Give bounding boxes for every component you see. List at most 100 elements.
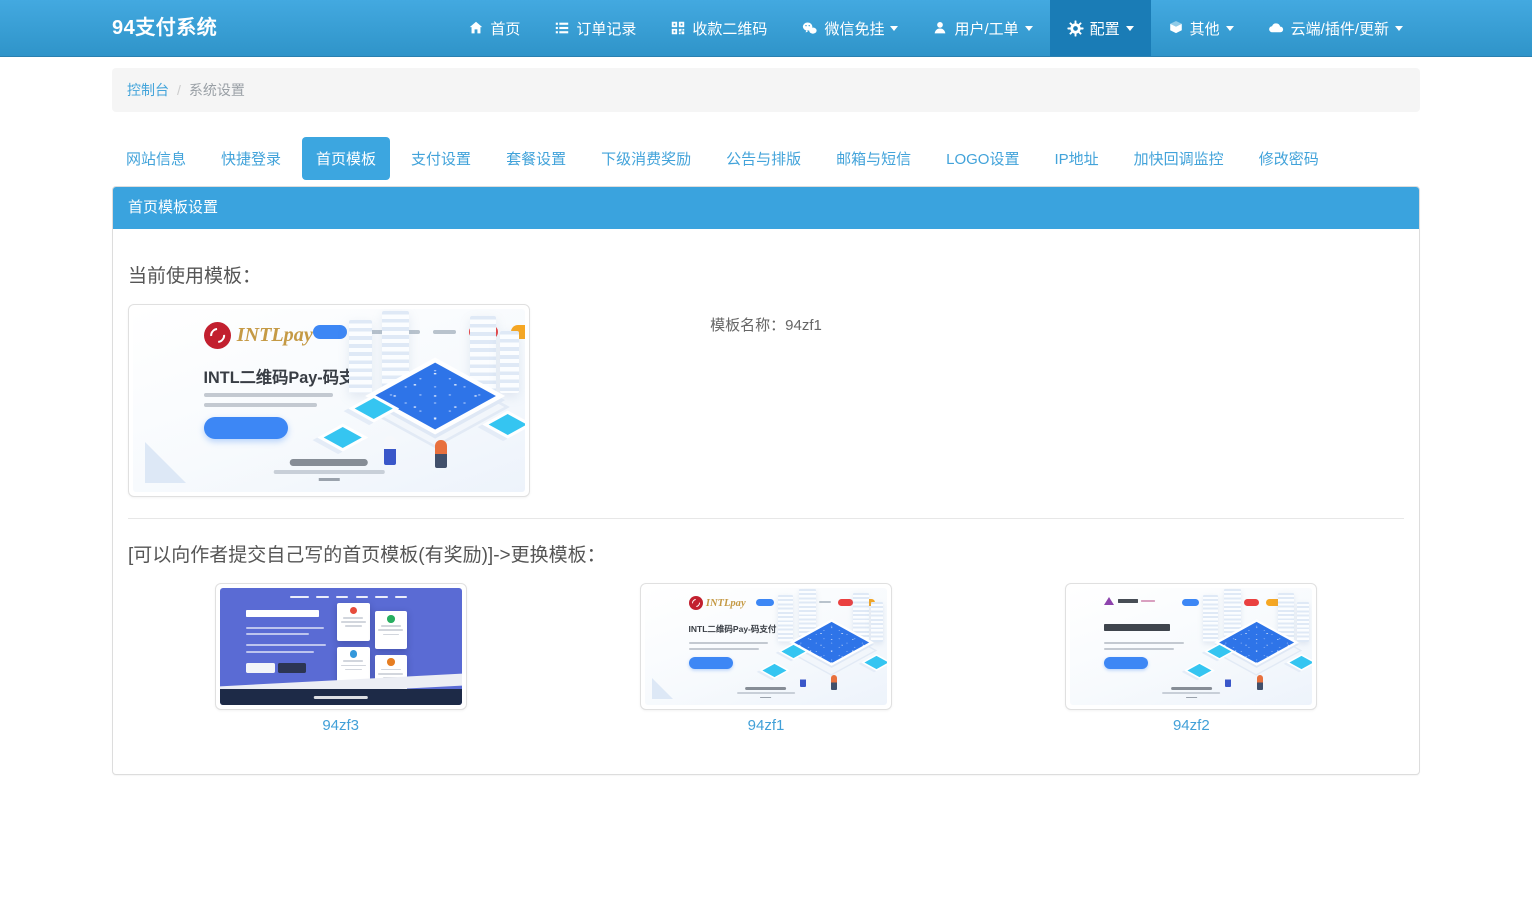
current-template-heading: 当前使用模板： bbox=[128, 261, 1404, 288]
mock-footer-line bbox=[746, 687, 787, 690]
template-thumb-94zf1[interactable]: INTLpay INTL二维码Pay-码支付 bbox=[640, 583, 892, 710]
mock-person bbox=[800, 673, 806, 688]
mock-footer-line bbox=[1171, 687, 1212, 690]
mock-heading: INTL二维码Pay-码支付 bbox=[689, 623, 777, 635]
caret-down-icon bbox=[890, 26, 898, 31]
template-link-94zf3[interactable]: 94zf3 bbox=[322, 717, 359, 734]
tab-ip-address[interactable]: IP地址 bbox=[1040, 137, 1112, 180]
tab-referral-reward[interactable]: 下级消费奖励 bbox=[587, 137, 705, 180]
mock-footer-line bbox=[737, 692, 795, 694]
mock-footer-line bbox=[274, 470, 385, 473]
mock-corner-decoration bbox=[652, 678, 673, 699]
template-choices-row: 94zf3 INTLpay INTL二维码Pay bbox=[128, 583, 1404, 734]
template-thumb-image bbox=[220, 588, 462, 705]
mock-footer-line bbox=[313, 696, 367, 699]
mock-feature-card bbox=[337, 603, 370, 640]
template-thumb-image bbox=[1070, 588, 1312, 705]
wechat-icon bbox=[801, 20, 818, 37]
template-name-col: 模板名称：94zf1 bbox=[553, 304, 978, 335]
mock-dot bbox=[387, 658, 394, 665]
nav-item-label: 云端/插件/更新 bbox=[1291, 18, 1389, 39]
tab-logo-settings[interactable]: LOGO设置 bbox=[932, 137, 1033, 180]
breadcrumb-home-link[interactable]: 控制台 bbox=[127, 82, 169, 98]
mock-footer bbox=[737, 687, 795, 698]
nav-item-label: 收款二维码 bbox=[692, 18, 767, 39]
template-thumb-94zf2[interactable] bbox=[1065, 583, 1317, 710]
mock-text-line bbox=[345, 669, 361, 671]
template-link-94zf2[interactable]: 94zf2 bbox=[1173, 717, 1210, 734]
tab-change-password[interactable]: 修改密码 bbox=[1245, 137, 1333, 180]
current-template-row: INTLpay INTL二维码Pay-码支付 bbox=[128, 304, 1404, 497]
intl-logo-icon bbox=[689, 596, 703, 610]
mock-tower bbox=[778, 595, 793, 642]
nav-item-users-tickets[interactable]: 用户/工单 bbox=[915, 0, 1049, 56]
mock-link bbox=[356, 596, 368, 598]
qrcode-icon bbox=[670, 20, 686, 36]
mock-link bbox=[316, 596, 328, 598]
mock-cta-button bbox=[1104, 657, 1148, 669]
intl-logo-text: INTLpay bbox=[237, 324, 313, 347]
breadcrumb-separator: / bbox=[177, 82, 181, 98]
tab-email-sms[interactable]: 邮箱与短信 bbox=[822, 137, 925, 180]
nav-item-label: 微信免挂 bbox=[824, 18, 884, 39]
mock-pill bbox=[1182, 599, 1200, 606]
mock-feature-card bbox=[375, 611, 408, 648]
nav-item-qrcode[interactable]: 收款二维码 bbox=[653, 0, 784, 56]
zf2-logo-text bbox=[1118, 599, 1138, 603]
current-template-col: INTLpay INTL二维码Pay-码支付 bbox=[128, 304, 553, 497]
template-preview-current: INTLpay INTL二维码Pay-码支付 bbox=[128, 304, 530, 497]
mock-text-line bbox=[246, 644, 326, 646]
template-name-value: 94zf1 bbox=[785, 317, 822, 334]
tab-site-info[interactable]: 网站信息 bbox=[112, 137, 200, 180]
tab-announcement-layout[interactable]: 公告与排版 bbox=[712, 137, 815, 180]
mock-text-line bbox=[341, 665, 366, 667]
tab-quick-login[interactable]: 快捷登录 bbox=[207, 137, 295, 180]
caret-down-icon bbox=[1395, 26, 1403, 31]
home-template-panel: 首页模板设置 当前使用模板： INTLpay bbox=[112, 186, 1420, 775]
mock-corner-decoration bbox=[145, 442, 186, 483]
mock-link bbox=[395, 596, 407, 598]
zf2-logo bbox=[1104, 597, 1155, 605]
mock-link bbox=[336, 596, 348, 598]
tab-home-template[interactable]: 首页模板 bbox=[302, 137, 390, 180]
nav-item-other[interactable]: 其他 bbox=[1151, 0, 1251, 56]
mock-footer-line bbox=[290, 459, 368, 466]
nav-item-orders[interactable]: 订单记录 bbox=[537, 0, 653, 56]
mock-tower bbox=[1203, 595, 1218, 642]
mock-button bbox=[246, 663, 275, 673]
tab-package-settings[interactable]: 套餐设置 bbox=[492, 137, 580, 180]
mock-tower bbox=[1297, 602, 1309, 642]
mock-tower bbox=[500, 331, 520, 393]
template-link-94zf1[interactable]: 94zf1 bbox=[748, 717, 785, 734]
mock-footer bbox=[274, 459, 385, 481]
change-template-heading: [可以向作者提交自己写的首页模板(有奖励)]->更换模板： bbox=[128, 540, 1404, 567]
mock-mini-platform bbox=[1188, 664, 1212, 677]
mock-mini-platform bbox=[323, 427, 362, 448]
section-divider bbox=[128, 518, 1404, 519]
template-option-94zf3: 94zf3 bbox=[128, 583, 553, 734]
mock-footer-line bbox=[1186, 697, 1197, 698]
mock-mini-platform bbox=[1289, 655, 1312, 668]
tab-payment-settings[interactable]: 支付设置 bbox=[397, 137, 485, 180]
tab-callback-monitor[interactable]: 加快回调监控 bbox=[1120, 137, 1238, 180]
mock-footer-line bbox=[761, 697, 772, 698]
intl-logo: INTLpay bbox=[689, 596, 746, 610]
brand-title[interactable]: 94支付系统 bbox=[112, 0, 217, 56]
nav-item-cloud-plugins[interactable]: 云端/插件/更新 bbox=[1251, 0, 1420, 56]
nav-item-label: 首页 bbox=[490, 18, 520, 39]
mock-pill bbox=[1244, 599, 1259, 606]
caret-down-icon bbox=[1226, 26, 1234, 31]
template-thumb-94zf3[interactable] bbox=[215, 583, 467, 710]
mock-text-line bbox=[343, 660, 363, 662]
mock-text-line bbox=[383, 634, 399, 636]
nav-item-home[interactable]: 首页 bbox=[451, 0, 537, 56]
mock-pill bbox=[756, 599, 774, 606]
nav-item-wechat[interactable]: 微信免挂 bbox=[784, 0, 915, 56]
nav-item-config[interactable]: 配置 bbox=[1050, 0, 1151, 56]
template-name: 模板名称：94zf1 bbox=[553, 304, 978, 335]
nav-item-label: 其他 bbox=[1190, 18, 1220, 39]
intl-logo-text: INTLpay bbox=[706, 598, 746, 609]
mock-text-line bbox=[246, 627, 323, 629]
package-icon bbox=[1168, 20, 1184, 36]
mock-cta-button bbox=[204, 417, 289, 439]
